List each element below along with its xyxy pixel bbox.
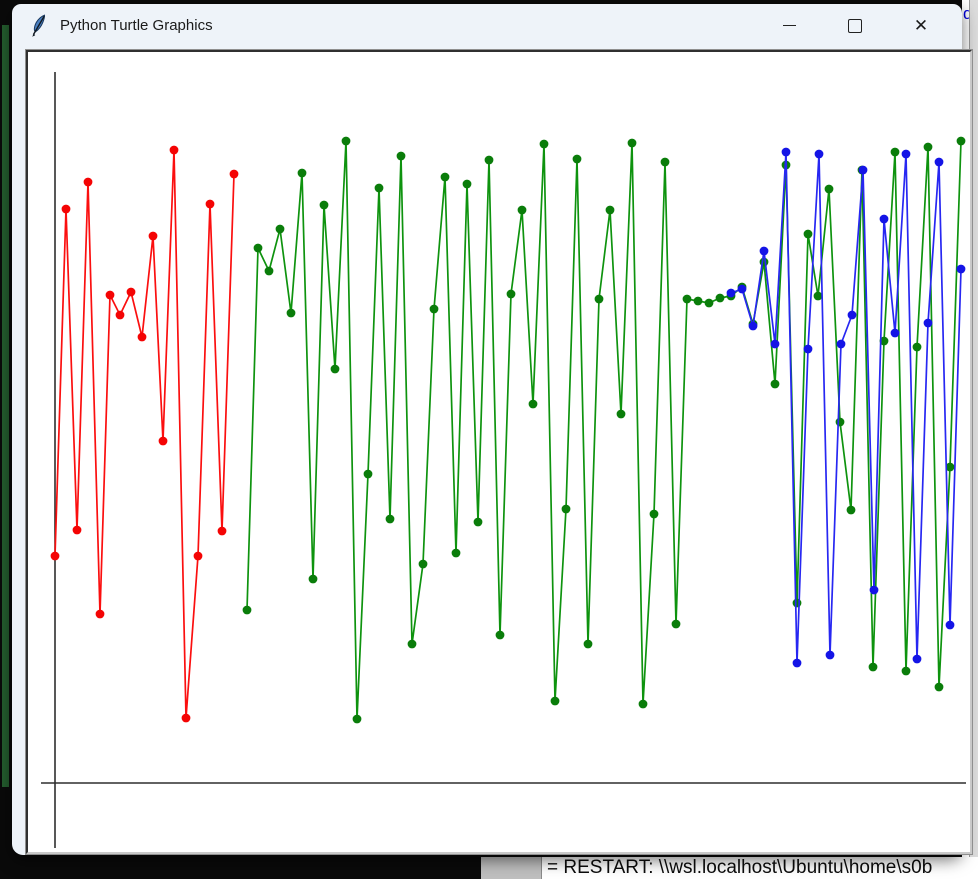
window-controls: ✕ <box>756 4 954 47</box>
turtle-chart <box>28 52 966 848</box>
idle-shell-bottom-strip: = RESTART: \\wsl.localhost\Ubuntu\home\s… <box>481 857 978 879</box>
python-feather-icon <box>29 14 49 38</box>
minimize-button[interactable] <box>756 6 822 46</box>
idle-restart-line: = RESTART: \\wsl.localhost\Ubuntu\home\s… <box>547 857 932 879</box>
window-title: Python Turtle Graphics <box>60 17 213 34</box>
maximize-icon <box>848 19 862 33</box>
titlebar[interactable]: Python Turtle Graphics ✕ <box>12 4 962 47</box>
turtle-graphics-window: Python Turtle Graphics ✕ <box>12 4 962 855</box>
desktop-screen: dsinCeoo = RESTART: \\wsl.localhost\Ubun… <box>0 0 978 879</box>
minimize-icon <box>783 25 796 26</box>
background-window-edge <box>2 25 9 787</box>
close-icon: ✕ <box>914 17 928 34</box>
maximize-button[interactable] <box>822 6 888 46</box>
turtle-canvas <box>26 50 972 854</box>
close-button[interactable]: ✕ <box>888 6 954 46</box>
idle-shell-gutter <box>481 857 542 879</box>
